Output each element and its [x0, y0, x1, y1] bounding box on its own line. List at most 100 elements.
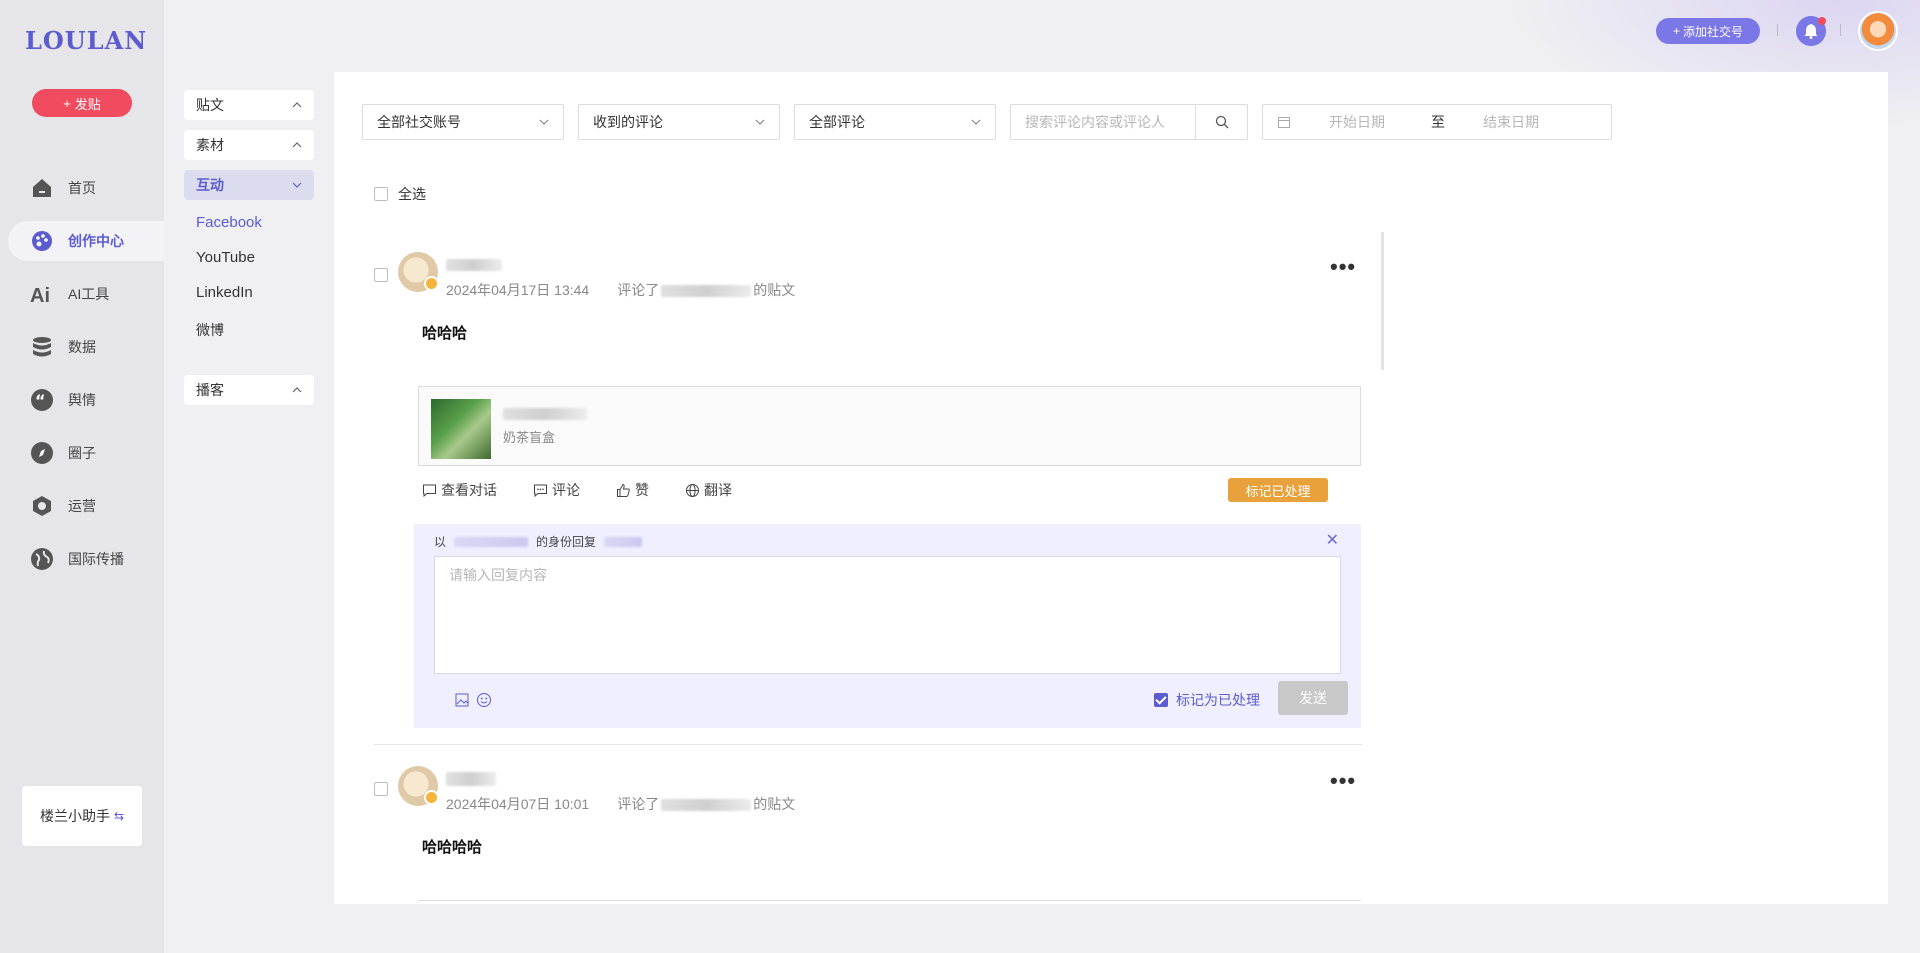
reply-textarea[interactable]: 请输入回复内容: [434, 556, 1341, 674]
search-icon: [1215, 115, 1228, 129]
assistant-label: 楼兰小助手: [39, 808, 110, 824]
nav-item-data[interactable]: 数据: [8, 327, 164, 367]
translate-button[interactable]: 翻译: [685, 480, 732, 500]
date-range-picker[interactable]: 开始日期 至 结束日期: [1262, 104, 1612, 140]
comment-scope-select[interactable]: 全部评论: [794, 104, 996, 140]
comment-target: 评论了 的贴文: [617, 280, 795, 300]
search-button[interactable]: [1195, 105, 1247, 139]
date-range-separator: 至: [1431, 114, 1445, 130]
commenter-name: [446, 256, 502, 272]
nav-item-circles[interactable]: 圈子: [8, 433, 164, 473]
search-input[interactable]: 搜索评论内容或评论人: [1025, 112, 1165, 132]
nav-item-sentiment[interactable]: “ 舆情: [8, 380, 164, 420]
start-date-input[interactable]: 开始日期: [1329, 112, 1385, 132]
reply-comment-button[interactable]: 评论: [533, 480, 580, 500]
commenter-avatar: [398, 766, 439, 806]
comment-type-value: 收到的评论: [593, 114, 663, 130]
subnav-group-podcast[interactable]: 播客: [184, 375, 314, 405]
bell-icon: [1804, 24, 1818, 39]
divider: [1840, 24, 1841, 36]
commented-prefix: 评论了: [617, 796, 660, 812]
secondary-sidebar: 贴文 素材 互动 Facebook YouTube LinkedIn 微博 播客: [164, 0, 334, 953]
reply-panel: 以 的身份回复 ✕ 请输入回复内容 标记为已处理 发送: [414, 524, 1361, 728]
select-all-checkbox[interactable]: [374, 187, 388, 201]
reply-as-suffix: 的身份回复: [536, 535, 597, 549]
svg-text:“: “: [35, 391, 46, 410]
comment-time: 2024年04月17日 13:44: [446, 282, 590, 298]
action-label: 赞: [635, 482, 649, 498]
add-social-label: 添加社交号: [1683, 24, 1744, 39]
mark-processed-label: 标记为已处理: [1176, 692, 1260, 708]
commented-suffix: 的贴文: [753, 282, 796, 298]
user-avatar[interactable]: [1858, 11, 1898, 51]
comment-text: 哈哈哈哈: [422, 839, 483, 856]
quote-icon: “: [31, 389, 53, 411]
subnav-link-linkedin[interactable]: LinkedIn: [196, 284, 253, 301]
subnav-link-weibo[interactable]: 微博: [196, 320, 224, 340]
scrollbar[interactable]: [1381, 232, 1384, 370]
comment-scope-value: 全部评论: [809, 114, 865, 130]
reply-placeholder: 请输入回复内容: [449, 567, 547, 583]
nav-item-creation-center[interactable]: 创作中心: [8, 221, 164, 261]
commenter-name: [446, 770, 496, 787]
chevron-up-icon: [292, 142, 302, 148]
emoji-icon[interactable]: [476, 692, 492, 708]
send-button[interactable]: 发送: [1278, 681, 1348, 715]
comment-checkbox[interactable]: [374, 782, 388, 796]
mark-processed-checkbox[interactable]: [1154, 693, 1168, 707]
mark-processed-button[interactable]: 标记已处理: [1228, 478, 1328, 502]
globe-icon: [31, 548, 53, 570]
commenter-avatar: [398, 252, 439, 292]
post-button[interactable]: + 发贴: [32, 89, 132, 117]
database-icon: [33, 337, 51, 357]
nav-item-ai-tools[interactable]: Ai AI工具: [8, 274, 164, 314]
nav-item-home[interactable]: 首页: [8, 168, 164, 208]
original-post-card[interactable]: 奶茶盲盒: [418, 386, 1361, 466]
comment-divider: [374, 744, 1362, 745]
view-conversation-button[interactable]: 查看对话: [422, 480, 497, 500]
search-field[interactable]: 搜索评论内容或评论人: [1010, 104, 1248, 140]
original-post-card[interactable]: [418, 900, 1361, 904]
comment-time: 2024年04月07日 10:01: [446, 796, 590, 812]
nav-item-label: 国际传播: [68, 551, 124, 567]
comment-checkbox[interactable]: [374, 268, 388, 282]
main-panel: 全部社交账号 收到的评论 全部评论 搜索评论内容或评论人 开始日期 至 结束日期…: [334, 72, 1888, 904]
comment-target: 评论了 的贴文: [617, 794, 795, 814]
nav-item-operations[interactable]: 运营: [8, 486, 164, 526]
end-date-input[interactable]: 结束日期: [1483, 112, 1539, 132]
calendar-icon: [1278, 117, 1290, 128]
subnav-link-facebook[interactable]: Facebook: [196, 214, 262, 231]
subnav-link-youtube[interactable]: YouTube: [196, 249, 255, 266]
subnav-group-label: 播客: [196, 382, 224, 398]
palette-icon: [32, 231, 52, 251]
ai-icon: Ai: [30, 285, 50, 306]
commented-prefix: 评论了: [617, 282, 660, 298]
comment-icon: [534, 484, 547, 497]
comment-type-select[interactable]: 收到的评论: [578, 104, 780, 140]
plus-icon: +: [1672, 24, 1680, 38]
comment-item: 2024年04月07日 10:01 评论了 的贴文 ••• 哈哈哈哈: [374, 746, 1361, 904]
assistant-button[interactable]: 楼兰小助手 ⇆: [22, 786, 142, 846]
add-social-account-button[interactable]: + 添加社交号: [1656, 18, 1760, 44]
select-all[interactable]: 全选: [374, 184, 426, 204]
mark-processed-toggle[interactable]: 标记为已处理: [1154, 690, 1260, 710]
more-options-icon[interactable]: •••: [1330, 768, 1356, 794]
more-options-icon[interactable]: •••: [1330, 254, 1356, 280]
comment-actions: 查看对话 评论 赞 翻译: [422, 480, 732, 500]
subnav-group-materials[interactable]: 素材: [184, 130, 314, 160]
reply-as-prefix: 以: [434, 535, 447, 549]
close-icon[interactable]: ✕: [1326, 530, 1339, 550]
comment-text: 哈哈哈: [422, 325, 468, 342]
subnav-group-posts[interactable]: 贴文: [184, 90, 314, 120]
image-icon[interactable]: [454, 692, 470, 708]
subnav-group-interaction[interactable]: 互动: [184, 170, 314, 200]
chevron-down-icon: [292, 182, 302, 188]
select-all-label: 全选: [398, 186, 426, 202]
comment-meta: 2024年04月07日 10:01 评论了 的贴文: [446, 794, 795, 814]
chevron-down-icon: [755, 119, 765, 125]
notification-badge: [1818, 17, 1826, 25]
account-filter-select[interactable]: 全部社交账号: [362, 104, 564, 140]
like-button[interactable]: 赞: [616, 480, 649, 500]
chevron-up-icon: [292, 387, 302, 393]
nav-item-international[interactable]: 国际传播: [8, 539, 164, 579]
